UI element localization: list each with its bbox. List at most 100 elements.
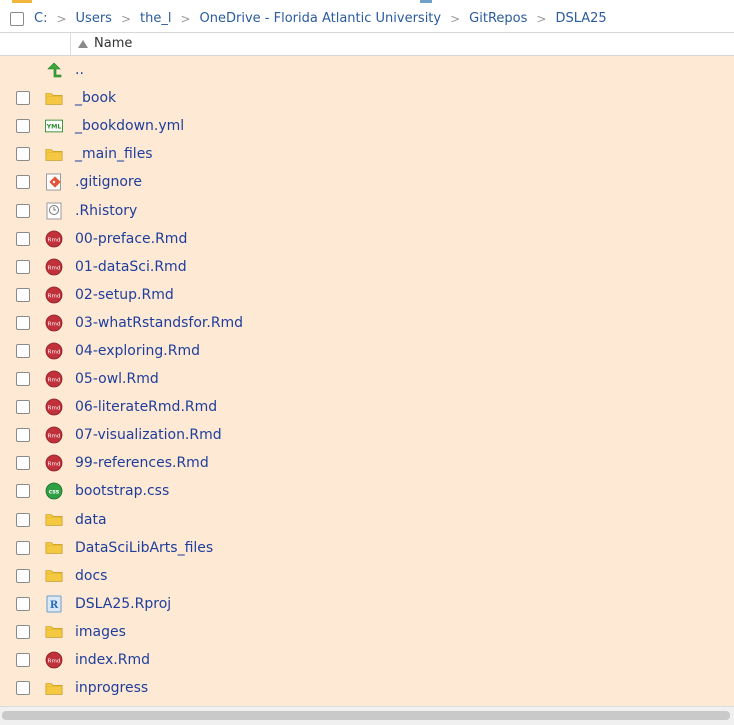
- icon-cell: Rmd: [45, 426, 75, 444]
- horizontal-scrollbar[interactable]: [0, 706, 734, 725]
- file-row[interactable]: DataSciLibArts_files: [0, 534, 734, 562]
- row-checkbox[interactable]: [15, 653, 30, 668]
- file-row[interactable]: _main_files: [0, 140, 734, 168]
- row-checkbox[interactable]: [15, 372, 30, 387]
- file-name-link[interactable]: 04-exploring.Rmd: [75, 343, 200, 359]
- file-name-link[interactable]: _book: [75, 90, 116, 106]
- name-column-header[interactable]: Name: [78, 36, 132, 51]
- file-name-link[interactable]: index.Rmd: [75, 652, 150, 668]
- checkbox-cell: [0, 259, 45, 274]
- icon-cell: [45, 89, 75, 107]
- scrollbar-thumb[interactable]: [2, 711, 730, 720]
- row-checkbox[interactable]: [15, 596, 30, 611]
- row-checkbox[interactable]: [15, 512, 30, 527]
- row-checkbox[interactable]: [15, 315, 30, 330]
- breadcrumb-item[interactable]: DSLA25: [555, 11, 606, 26]
- file-row[interactable]: data: [0, 506, 734, 534]
- folder-icon: [45, 511, 63, 529]
- row-checkbox[interactable]: [15, 259, 30, 274]
- icon-cell: [45, 61, 75, 79]
- breadcrumb-item[interactable]: C:: [34, 11, 47, 26]
- file-row[interactable]: images: [0, 618, 734, 646]
- file-name-link[interactable]: ..: [75, 62, 84, 78]
- svg-text:css: css: [49, 489, 60, 496]
- file-list-header: Name: [0, 33, 734, 56]
- file-row[interactable]: Rmd 05-owl.Rmd: [0, 365, 734, 393]
- icon-cell: R: [45, 595, 75, 613]
- folder-icon: [45, 623, 63, 641]
- row-checkbox[interactable]: [15, 203, 30, 218]
- row-checkbox[interactable]: [15, 624, 30, 639]
- file-name-link[interactable]: data: [75, 512, 107, 528]
- file-row[interactable]: Rmd 03-whatRstandsfor.Rmd: [0, 309, 734, 337]
- file-row[interactable]: _book: [0, 84, 734, 112]
- file-name-link[interactable]: docs: [75, 568, 107, 584]
- folder-icon: [45, 679, 63, 697]
- icon-cell: [45, 539, 75, 557]
- up-arrow-icon: [45, 61, 63, 79]
- row-checkbox[interactable]: [15, 428, 30, 443]
- file-row[interactable]: .gitignore: [0, 168, 734, 196]
- row-checkbox[interactable]: [15, 540, 30, 555]
- file-row[interactable]: Rmd 00-preface.Rmd: [0, 225, 734, 253]
- row-checkbox[interactable]: [15, 400, 30, 415]
- svg-text:YML: YML: [46, 124, 62, 131]
- row-checkbox[interactable]: [15, 175, 30, 190]
- file-row[interactable]: css bootstrap.css: [0, 477, 734, 505]
- file-name-link[interactable]: 03-whatRstandsfor.Rmd: [75, 315, 243, 331]
- breadcrumb-item[interactable]: OneDrive - Florida Atlantic University: [200, 11, 442, 26]
- file-name-link[interactable]: _bookdown.yml: [75, 118, 184, 134]
- file-row[interactable]: .Rhistory: [0, 196, 734, 224]
- row-checkbox[interactable]: [15, 119, 30, 134]
- row-checkbox[interactable]: [15, 147, 30, 162]
- file-row[interactable]: docs: [0, 562, 734, 590]
- row-checkbox[interactable]: [15, 681, 30, 696]
- file-name-link[interactable]: DSLA25.Rproj: [75, 596, 171, 612]
- select-all-checkbox[interactable]: [10, 11, 24, 26]
- file-name-link[interactable]: DataSciLibArts_files: [75, 540, 213, 556]
- file-row[interactable]: Rmd 06-literateRmd.Rmd: [0, 393, 734, 421]
- breadcrumb-item[interactable]: the_l: [140, 11, 171, 26]
- file-row[interactable]: Rmd 99-references.Rmd: [0, 449, 734, 477]
- file-row[interactable]: ..: [0, 56, 734, 84]
- breadcrumb-item[interactable]: Users: [76, 11, 112, 26]
- file-row[interactable]: R DSLA25.Rproj: [0, 590, 734, 618]
- file-row[interactable]: YML _bookdown.yml: [0, 112, 734, 140]
- file-name-link[interactable]: .Rhistory: [75, 203, 137, 219]
- file-name-link[interactable]: _main_files: [75, 146, 153, 162]
- file-name-link[interactable]: bootstrap.css: [75, 483, 169, 499]
- icon-cell: Rmd: [45, 286, 75, 304]
- svg-text:R: R: [50, 600, 59, 611]
- file-name-link[interactable]: inprogress: [75, 680, 148, 696]
- row-checkbox[interactable]: [15, 343, 30, 358]
- breadcrumb-item[interactable]: GitRepos: [469, 11, 527, 26]
- file-row[interactable]: Rmd 02-setup.Rmd: [0, 281, 734, 309]
- row-checkbox[interactable]: [15, 484, 30, 499]
- file-name-link[interactable]: 07-visualization.Rmd: [75, 427, 222, 443]
- svg-text:Rmd: Rmd: [48, 349, 61, 355]
- file-row[interactable]: Rmd 01-dataSci.Rmd: [0, 253, 734, 281]
- file-name-link[interactable]: 05-owl.Rmd: [75, 371, 159, 387]
- file-name-link[interactable]: 02-setup.Rmd: [75, 287, 174, 303]
- checkbox-cell: [0, 568, 45, 583]
- icon-cell: Rmd: [45, 314, 75, 332]
- checkbox-cell: [0, 147, 45, 162]
- checkbox-cell: [0, 175, 45, 190]
- file-row[interactable]: Rmd 07-visualization.Rmd: [0, 421, 734, 449]
- file-name-link[interactable]: 99-references.Rmd: [75, 455, 209, 471]
- row-checkbox[interactable]: [15, 456, 30, 471]
- file-name-link[interactable]: images: [75, 624, 126, 640]
- file-name-link[interactable]: 01-dataSci.Rmd: [75, 259, 187, 275]
- row-checkbox[interactable]: [15, 231, 30, 246]
- row-checkbox[interactable]: [15, 568, 30, 583]
- checkbox-cell: [0, 400, 45, 415]
- file-name-link[interactable]: .gitignore: [75, 174, 142, 190]
- folder-icon: [45, 567, 63, 585]
- row-checkbox[interactable]: [15, 287, 30, 302]
- file-row[interactable]: inprogress: [0, 674, 734, 702]
- file-name-link[interactable]: 06-literateRmd.Rmd: [75, 399, 217, 415]
- file-row[interactable]: Rmd 04-exploring.Rmd: [0, 337, 734, 365]
- file-row[interactable]: Rmd index.Rmd: [0, 646, 734, 674]
- file-name-link[interactable]: 00-preface.Rmd: [75, 231, 187, 247]
- row-checkbox[interactable]: [15, 91, 30, 106]
